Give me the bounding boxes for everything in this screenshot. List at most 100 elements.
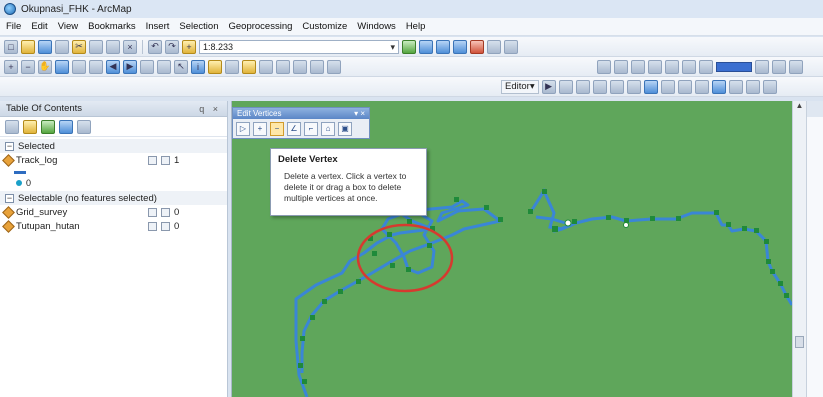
selectable-toggle-icon[interactable] — [148, 155, 157, 165]
symbol-icon[interactable] — [789, 59, 803, 74]
clear-selected-icon[interactable] — [161, 155, 170, 165]
sketch-properties-icon[interactable]: ▣ — [338, 121, 352, 136]
menu-view[interactable]: View — [58, 21, 78, 32]
menu-geoprocessing[interactable]: Geoprocessing — [228, 21, 292, 32]
save-icon[interactable] — [38, 39, 52, 54]
selectable-toggle-icon[interactable] — [148, 207, 157, 217]
layout-zoom-out-icon[interactable] — [614, 59, 628, 74]
layout-zoom-in-icon[interactable] — [597, 59, 611, 74]
grid-icon[interactable] — [699, 59, 713, 74]
arctoolbox-icon[interactable] — [470, 39, 484, 54]
selectable-toggle-icon[interactable] — [148, 221, 157, 231]
copy-icon[interactable] — [89, 39, 103, 54]
selected-vertex[interactable] — [564, 219, 572, 227]
font-dropdown-icon[interactable] — [755, 59, 769, 74]
print-icon[interactable] — [55, 39, 69, 54]
reshape-feature-icon[interactable] — [660, 79, 675, 94]
go-back-icon[interactable]: ◀ — [106, 59, 120, 74]
menu-insert[interactable]: Insert — [146, 21, 170, 32]
edit-tool-icon[interactable]: ▶ — [541, 79, 556, 94]
layout-pan-icon[interactable] — [631, 59, 645, 74]
cut-polygons-icon[interactable] — [677, 79, 692, 94]
layout-full-icon[interactable] — [648, 59, 662, 74]
continue-feature-icon[interactable]: ∠ — [287, 121, 301, 136]
clear-selected-icon[interactable] — [161, 207, 170, 217]
measure-icon[interactable] — [242, 59, 256, 74]
open-folder-icon[interactable] — [21, 39, 35, 54]
fixed-zoom-out-icon[interactable] — [89, 59, 103, 74]
trace-icon[interactable] — [609, 79, 624, 94]
html-popup-icon[interactable] — [225, 59, 239, 74]
edit-vertices-icon[interactable] — [643, 79, 658, 94]
list-by-selection-icon[interactable] — [59, 119, 73, 134]
collapse-icon[interactable]: − — [5, 193, 14, 203]
collapse-icon[interactable]: − — [5, 141, 14, 151]
pan-icon[interactable]: ✋ — [38, 59, 52, 74]
time-slider-icon[interactable] — [310, 59, 324, 74]
menu-windows[interactable]: Windows — [357, 21, 396, 32]
go-forward-icon[interactable]: ▶ — [123, 59, 137, 74]
fixed-zoom-in-icon[interactable] — [72, 59, 86, 74]
rotate-icon[interactable] — [711, 79, 726, 94]
add-data-icon[interactable]: + — [182, 39, 196, 54]
list-by-visibility-icon[interactable] — [41, 119, 55, 134]
redo-icon[interactable]: ↷ — [165, 39, 179, 54]
edit-annotation-icon[interactable] — [558, 79, 573, 94]
split-tool-icon[interactable] — [694, 79, 709, 94]
model-builder-icon[interactable] — [504, 39, 518, 54]
full-extent-icon[interactable] — [55, 59, 69, 74]
draw-rectangle-icon[interactable] — [665, 59, 679, 74]
delete-vertex-icon[interactable]: − — [270, 121, 284, 136]
editor-menu-button[interactable]: Editor▾ — [501, 79, 539, 94]
fill-color-swatch[interactable] — [716, 61, 752, 72]
search-window-icon[interactable] — [453, 39, 467, 54]
find-icon[interactable] — [259, 59, 273, 74]
list-by-source-icon[interactable] — [23, 119, 37, 134]
track-line-east-b[interactable] — [528, 187, 563, 231]
graphics-icon[interactable] — [772, 59, 786, 74]
map-canvas[interactable] — [232, 101, 793, 397]
add-vertex-icon[interactable]: + — [253, 121, 267, 136]
point-icon[interactable] — [626, 79, 641, 94]
straight-segment-icon[interactable] — [575, 79, 590, 94]
edit-vertices-controls[interactable]: ▾ × — [354, 109, 365, 118]
goto-xy-icon[interactable] — [293, 59, 307, 74]
menu-customize[interactable]: Customize — [302, 21, 347, 32]
scroll-thumb[interactable] — [795, 336, 804, 348]
menu-selection[interactable]: Selection — [179, 21, 218, 32]
hyperlink-icon[interactable] — [208, 59, 222, 74]
attributes-icon[interactable] — [728, 79, 743, 94]
toc-options-icon[interactable] — [77, 119, 91, 134]
zoom-in-icon[interactable]: + — [4, 59, 18, 74]
menu-file[interactable]: File — [6, 21, 21, 32]
toc-pin-close-buttons[interactable]: q × — [199, 104, 221, 114]
new-document-icon[interactable]: □ — [4, 39, 18, 54]
paste-icon[interactable] — [106, 39, 120, 54]
track-line-east[interactable] — [535, 211, 793, 306]
menu-help[interactable]: Help — [406, 21, 426, 32]
menu-edit[interactable]: Edit — [31, 21, 47, 32]
identify-icon[interactable]: i — [191, 59, 205, 74]
clear-selected-icon[interactable] — [161, 221, 170, 231]
undo-icon[interactable]: ↶ — [148, 39, 162, 54]
zoom-out-icon[interactable]: − — [21, 59, 35, 74]
sketch-properties-icon[interactable] — [745, 79, 760, 94]
layer-row-track-log[interactable]: Track_log 1 — [0, 153, 227, 167]
clear-selection-icon[interactable] — [157, 59, 171, 74]
selected-vertex[interactable] — [623, 222, 629, 228]
map-scale-combo[interactable]: 1:8.233 — [199, 39, 399, 54]
editor-toolbar-icon[interactable] — [402, 39, 416, 54]
layer-row-grid-survey[interactable]: Grid_survey 0 — [0, 205, 227, 219]
toc-group-selectable[interactable]: − Selectable (no features selected) — [0, 191, 227, 205]
scroll-up-icon[interactable]: ▲ — [793, 101, 806, 113]
layer-row-tutupan-hutan[interactable]: Tutupan_hutan 0 — [0, 219, 227, 233]
create-viewer-icon[interactable] — [327, 59, 341, 74]
edit-vertices-titlebar[interactable]: Edit Vertices ▾ × — [233, 108, 369, 119]
find-route-icon[interactable] — [276, 59, 290, 74]
endpoint-arc-icon[interactable] — [592, 79, 607, 94]
select-features-icon[interactable] — [140, 59, 154, 74]
create-features-icon[interactable] — [762, 79, 777, 94]
modify-sketch-vertices-icon[interactable]: ▷ — [236, 121, 250, 136]
list-by-drawing-order-icon[interactable] — [5, 119, 19, 134]
draw-text-icon[interactable] — [682, 59, 696, 74]
